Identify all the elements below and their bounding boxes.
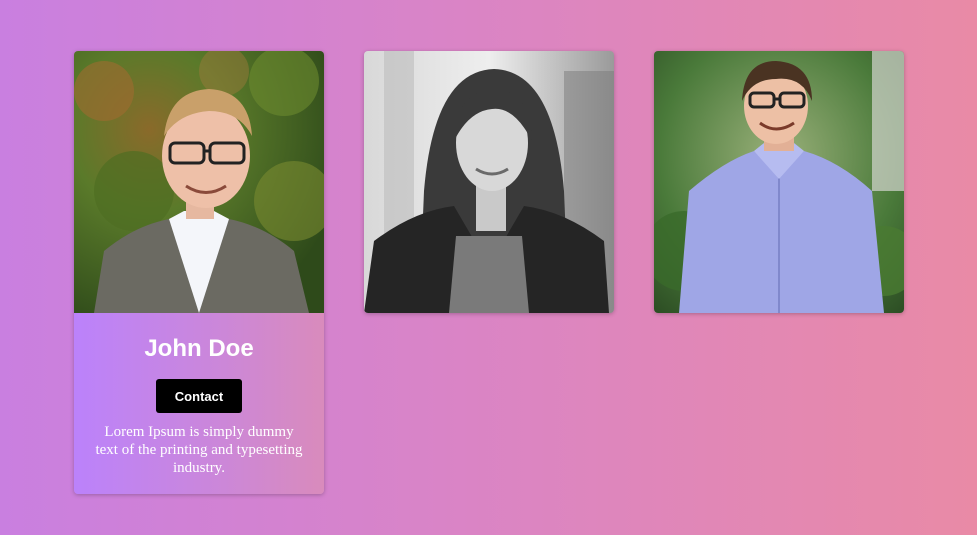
profile-photo-1 (74, 51, 324, 313)
person-name: John Doe (144, 335, 254, 362)
team-card-3[interactable] (654, 51, 904, 313)
card-details: John Doe Contact Lorem Ipsum is simply d… (74, 313, 324, 494)
person-description: Lorem Ipsum is simply dummy text of the … (95, 424, 303, 476)
contact-button[interactable]: Contact (156, 379, 242, 413)
profile-photo-3 (654, 51, 904, 313)
profile-photo-2 (364, 51, 614, 313)
team-card-1: John Doe Contact Lorem Ipsum is simply d… (74, 51, 324, 494)
team-card-2[interactable] (364, 51, 614, 313)
